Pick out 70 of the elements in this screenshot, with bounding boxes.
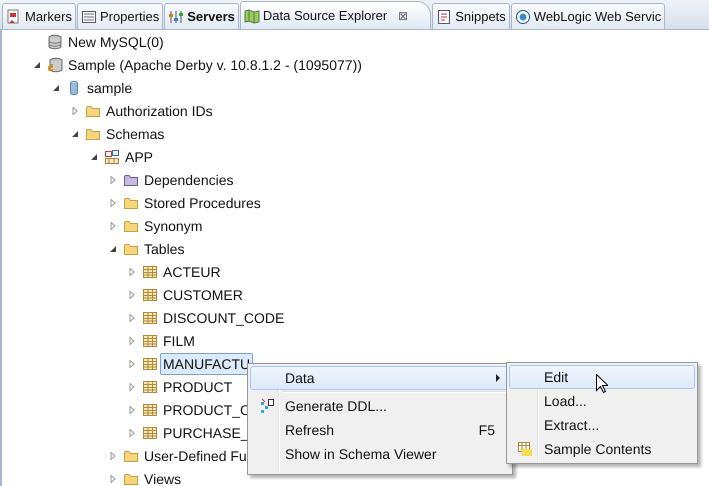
tree-item[interactable]: DISCOUNT_CODE xyxy=(160,306,288,328)
close-icon[interactable]: ⊠ xyxy=(398,8,408,22)
tree-item[interactable]: PURCHASE_ xyxy=(160,422,252,444)
tree-item[interactable]: Dependencies xyxy=(141,168,237,190)
schema-icon xyxy=(104,148,120,164)
collapsed-arrow-icon[interactable] xyxy=(128,290,136,298)
tree-item[interactable]: New MySQL(0) xyxy=(65,30,167,52)
menu-item[interactable]: Generate DDL... xyxy=(250,394,510,418)
expanded-arrow-icon[interactable] xyxy=(52,84,60,92)
table-icon xyxy=(517,441,533,457)
mouse-pointer-icon xyxy=(596,374,608,393)
view-tab[interactable]: Properties xyxy=(76,3,164,29)
collapsed-arrow-icon[interactable] xyxy=(128,406,136,414)
tree-item[interactable]: sample xyxy=(84,76,136,98)
tree-item[interactable]: User-Defined Fu xyxy=(141,444,250,466)
table-icon xyxy=(142,264,158,280)
view-tab[interactable]: Servers xyxy=(164,3,239,29)
view-tab[interactable]: Snippets xyxy=(432,3,510,29)
collapsed-arrow-icon[interactable] xyxy=(109,198,117,206)
expanded-arrow-icon[interactable] xyxy=(71,130,79,138)
tree-item[interactable]: PRODUCT xyxy=(160,376,236,398)
map-icon xyxy=(244,8,260,24)
collapsed-arrow-icon[interactable] xyxy=(128,268,136,276)
list-icon xyxy=(80,8,97,24)
document-icon xyxy=(436,8,452,24)
tree-item[interactable]: Sample (Apache Derby v. 10.8.1.2 - (1095077)) xyxy=(65,54,365,76)
tree-item[interactable]: Synonym xyxy=(141,214,206,236)
expanded-arrow-icon[interactable] xyxy=(109,244,117,252)
table-icon xyxy=(142,402,158,418)
menu-item[interactable]: Extract... xyxy=(509,413,695,437)
tree-item[interactable]: Stored Procedures xyxy=(141,192,264,214)
view-tab[interactable]: Markers xyxy=(2,3,76,29)
tree-item[interactable]: CUSTOMER xyxy=(160,284,246,306)
collapsed-arrow-icon[interactable] xyxy=(109,222,117,230)
table-icon xyxy=(142,356,158,372)
collapsed-arrow-icon[interactable] xyxy=(71,106,79,114)
menu-item[interactable]: Sample Contents xyxy=(509,437,695,461)
tree-item[interactable]: ACTEUR xyxy=(160,260,224,282)
collapsed-arrow-icon[interactable] xyxy=(128,314,136,322)
expanded-arrow-icon[interactable] xyxy=(33,60,41,68)
collapsed-arrow-icon[interactable] xyxy=(128,428,136,436)
tree-item[interactable]: APP xyxy=(122,146,156,168)
table-icon xyxy=(142,286,158,302)
collapsed-arrow-icon[interactable] xyxy=(109,452,117,460)
table-icon xyxy=(142,332,158,348)
menu-item[interactable]: Edit xyxy=(509,365,695,389)
tree-item[interactable]: MANUFACTU xyxy=(160,352,254,374)
database-icon xyxy=(47,56,63,72)
server-icon xyxy=(168,8,184,24)
tree-item[interactable]: Authorization IDs xyxy=(103,100,216,122)
collapsed-arrow-icon[interactable] xyxy=(128,360,136,368)
database-icon xyxy=(47,34,63,50)
tree-item[interactable]: FILM xyxy=(160,330,198,352)
collapsed-arrow-icon[interactable] xyxy=(128,336,136,344)
tree-item[interactable]: Tables xyxy=(141,238,188,260)
collapsed-arrow-icon[interactable] xyxy=(109,176,117,184)
table-icon xyxy=(142,310,158,326)
expanded-arrow-icon[interactable] xyxy=(90,152,98,160)
table-icon xyxy=(142,424,158,440)
collapsed-arrow-icon[interactable] xyxy=(128,382,136,390)
menu-item[interactable]: Load... xyxy=(509,389,695,413)
collapsed-arrow-icon[interactable] xyxy=(109,474,117,482)
menu-item[interactable]: Show in Schema Viewer xyxy=(250,442,510,466)
tree-item[interactable]: Views xyxy=(141,468,184,486)
view-tab[interactable]: WebLogic Web Servic xyxy=(510,3,666,29)
view-tab[interactable]: Data Source Explorer ⊠ xyxy=(240,1,432,29)
ddl-icon xyxy=(258,398,274,414)
menu-item[interactable]: Refresh F5 xyxy=(250,418,510,442)
table-icon xyxy=(142,378,158,394)
tree-item[interactable]: Schemas xyxy=(103,122,168,144)
